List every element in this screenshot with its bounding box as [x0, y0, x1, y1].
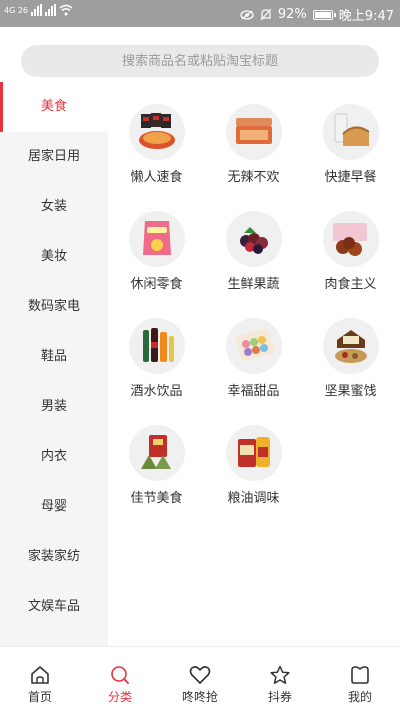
tab-label: 分类 — [107, 690, 132, 704]
battery-percent: 92% — [277, 7, 307, 22]
meat-icon — [322, 211, 379, 267]
instant-noodles-icon — [128, 104, 185, 160]
sidebar-item-womens-wear[interactable]: 女装 — [0, 182, 108, 232]
wifi-icon — [59, 4, 73, 16]
bread-milk-icon — [322, 104, 379, 160]
spicy-snack-icon — [225, 104, 282, 160]
tab-profile[interactable]: 我的 — [320, 647, 400, 711]
heart-icon — [189, 666, 211, 684]
tab-coupons[interactable]: 抖券 — [240, 647, 320, 711]
sidebar-item-underwear[interactable]: 内衣 — [0, 432, 108, 482]
category-breakfast[interactable]: 快捷早餐 — [302, 104, 399, 211]
category-label: 懒人速食 — [130, 170, 183, 185]
category-drinks[interactable]: 酒水饮品 — [108, 318, 205, 425]
category-label: 坚果蜜饯 — [324, 384, 377, 399]
tab-home[interactable]: 首页 — [0, 647, 80, 711]
category-snacks[interactable]: 休闲零食 — [108, 211, 205, 318]
network-label: 4G 26 — [4, 5, 29, 15]
tab-flash-sale[interactable]: 咚咚抢 — [160, 647, 240, 711]
category-fresh-produce[interactable]: 生鲜果蔬 — [205, 211, 302, 318]
star-icon — [270, 665, 290, 684]
sidebar-item-shoes[interactable]: 鞋品 — [0, 332, 108, 382]
tab-label: 首页 — [27, 690, 52, 704]
sidebar-item-beauty[interactable]: 美妆 — [0, 232, 108, 282]
clock: 晚上9:47 — [338, 9, 394, 24]
category-desserts[interactable]: 幸福甜品 — [205, 318, 302, 425]
home-icon — [31, 666, 49, 684]
zongzi-icon — [128, 425, 185, 481]
category-nuts[interactable]: 坚果蜜饯 — [302, 318, 399, 425]
battery-fill — [314, 11, 331, 18]
nuts-icon — [322, 318, 379, 374]
sidebar-item-food[interactable]: 美食 — [0, 82, 108, 132]
category-label: 无辣不欢 — [227, 170, 280, 185]
category-icon — [111, 666, 129, 684]
network-indicators: 4G 26 — [4, 4, 73, 16]
category-label: 幸福甜品 — [227, 384, 280, 399]
category-rice-oil[interactable]: 粮油调味 — [205, 425, 302, 532]
category-sidebar: 美食 居家日用 女装 美妆 数码家电 鞋品 男装 内衣 母婴 家装家纺 文娱车品 — [0, 82, 108, 646]
sidebar-item-home-goods[interactable]: 居家日用 — [0, 132, 108, 182]
sidebar-item-baby[interactable]: 母婴 — [0, 482, 108, 532]
search-input[interactable] — [21, 45, 379, 77]
profile-icon — [351, 666, 369, 684]
sidebar-item-mens-wear[interactable]: 男装 — [0, 382, 108, 432]
sidebar-item-digital[interactable]: 数码家电 — [0, 282, 108, 332]
signal-icon — [31, 4, 43, 16]
macaron-icon — [225, 318, 282, 374]
battery-icon — [312, 9, 336, 20]
sidebar-item-entertainment-car[interactable]: 文娱车品 — [0, 582, 108, 632]
signal-icon-2 — [45, 4, 57, 16]
category-spicy[interactable]: 无辣不欢 — [205, 104, 302, 211]
status-bar: 4G 26 92% 晚上9:47 — [0, 0, 400, 27]
status-right: 92% 晚上9:47 — [240, 5, 394, 24]
search-bar — [0, 27, 400, 82]
mute-bell-icon — [260, 8, 272, 21]
tab-label: 我的 — [347, 690, 372, 704]
category-instant-food[interactable]: 懒人速食 — [108, 104, 205, 211]
tab-label: 抖券 — [267, 690, 292, 704]
category-label: 粮油调味 — [227, 491, 280, 506]
category-label: 休闲零食 — [130, 277, 183, 292]
sidebar-item-home-textile[interactable]: 家装家纺 — [0, 532, 108, 582]
drinks-icon — [128, 318, 185, 374]
category-label: 酒水饮品 — [130, 384, 183, 399]
rice-oil-icon — [225, 425, 282, 481]
subcategory-grid: 懒人速食 无辣不欢 快捷早餐 休闲零食 生鲜果蔬 肉食主义 酒水饮品 幸福甜品 … — [108, 82, 400, 532]
tab-label: 咚咚抢 — [181, 690, 218, 704]
category-festival-food[interactable]: 佳节美食 — [108, 425, 205, 532]
bottom-tab-bar: 首页 分类 咚咚抢 抖券 我的 — [0, 646, 400, 711]
chips-bag-icon — [128, 211, 185, 267]
category-label: 快捷早餐 — [324, 170, 377, 185]
category-label: 生鲜果蔬 — [227, 277, 280, 292]
fruit-icon — [225, 211, 282, 267]
eye-icon — [240, 9, 254, 20]
category-meat[interactable]: 肉食主义 — [302, 211, 399, 318]
tab-category[interactable]: 分类 — [80, 647, 160, 711]
category-label: 佳节美食 — [130, 491, 183, 506]
category-label: 肉食主义 — [324, 277, 377, 292]
